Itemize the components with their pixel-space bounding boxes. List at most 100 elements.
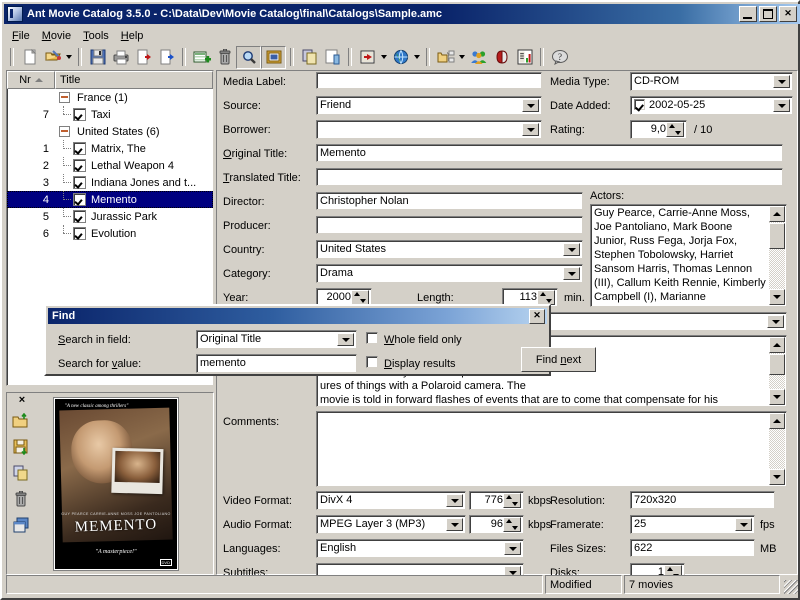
media-type-dropdown-icon[interactable] bbox=[773, 75, 790, 88]
comments-scroll-up-icon[interactable] bbox=[769, 413, 785, 429]
internet-dropdown-icon[interactable] bbox=[412, 47, 422, 68]
search-for-value-input[interactable]: memento bbox=[196, 354, 357, 373]
help-icon[interactable]: ? bbox=[548, 47, 571, 68]
country-combobox[interactable]: United States bbox=[316, 240, 583, 259]
save-picture-icon[interactable] bbox=[9, 435, 33, 459]
menu-help[interactable]: Help bbox=[115, 28, 150, 44]
delete-picture-icon[interactable] bbox=[9, 487, 33, 511]
tree-row-checkbox[interactable] bbox=[73, 210, 86, 223]
media-type-combobox[interactable]: CD-ROM bbox=[630, 72, 793, 91]
resolution-input[interactable]: 720x320 bbox=[630, 491, 775, 509]
statistics-icon[interactable] bbox=[513, 47, 536, 68]
producer-input[interactable] bbox=[316, 216, 583, 234]
languages-dropdown-icon[interactable] bbox=[504, 542, 521, 555]
media-label-input[interactable] bbox=[316, 72, 542, 89]
borrower-combobox[interactable] bbox=[316, 120, 542, 139]
open-catalog-icon[interactable] bbox=[41, 47, 64, 68]
framerate-combobox[interactable]: 25 bbox=[630, 515, 755, 534]
minimize-button[interactable] bbox=[739, 6, 757, 22]
audio-format-combobox[interactable]: MPEG Layer 3 (MP3) bbox=[316, 515, 466, 534]
tree-movie-row[interactable]: 5 Jurassic Park bbox=[7, 208, 213, 225]
tree-column-title[interactable]: Title bbox=[55, 71, 213, 89]
comments-scroll-track[interactable] bbox=[769, 429, 785, 469]
tree-row-checkbox[interactable] bbox=[73, 108, 86, 121]
framerate-dropdown-icon[interactable] bbox=[735, 518, 752, 531]
menu-movie[interactable]: Movie bbox=[36, 28, 77, 44]
comments-scrollbar[interactable] bbox=[769, 413, 785, 485]
window-picture-icon[interactable] bbox=[9, 513, 33, 537]
files-sizes-input[interactable]: 622 bbox=[630, 539, 755, 557]
url-dropdown-icon[interactable] bbox=[767, 315, 784, 328]
audio-format-dropdown-icon[interactable] bbox=[446, 518, 463, 531]
tree-movie-row[interactable]: 6 Evolution bbox=[7, 225, 213, 242]
tree-group-row[interactable]: United States (6) bbox=[7, 123, 213, 140]
original-title-input[interactable]: Memento bbox=[316, 144, 783, 162]
translated-title-input[interactable] bbox=[316, 168, 783, 186]
internet-icon[interactable] bbox=[389, 47, 412, 68]
actors-scrollbar[interactable] bbox=[769, 206, 785, 305]
description-scroll-up-icon[interactable] bbox=[769, 337, 785, 353]
comments-scroll-down-icon[interactable] bbox=[769, 469, 785, 485]
date-added-combobox[interactable]: 2002-05-25 bbox=[630, 96, 793, 115]
tree-row-checkbox[interactable] bbox=[73, 159, 86, 172]
collapse-icon[interactable] bbox=[59, 92, 70, 103]
actors-scroll-up-icon[interactable] bbox=[769, 206, 785, 222]
source-combobox[interactable]: Friend bbox=[316, 96, 542, 115]
find-dialog-close-button[interactable]: ✕ bbox=[529, 309, 545, 324]
collapse-icon[interactable] bbox=[59, 126, 70, 137]
delete-movie-icon[interactable] bbox=[213, 47, 236, 68]
export-icon[interactable] bbox=[155, 47, 178, 68]
maximize-button[interactable] bbox=[759, 6, 777, 22]
description-scroll-thumb[interactable] bbox=[769, 354, 785, 375]
video-bitrate-spin-buttons[interactable] bbox=[503, 493, 521, 508]
date-added-checkbox[interactable] bbox=[634, 99, 645, 110]
print-icon[interactable] bbox=[109, 47, 132, 68]
source-dropdown-icon[interactable] bbox=[522, 99, 539, 112]
copy-picture-icon[interactable] bbox=[9, 461, 33, 485]
languages-combobox[interactable]: English bbox=[316, 539, 524, 558]
tree-movie-row[interactable]: 3 Indiana Jones and t... bbox=[7, 174, 213, 191]
close-button[interactable]: ✕ bbox=[779, 6, 797, 22]
picture-icon[interactable] bbox=[261, 46, 286, 69]
movie-poster[interactable]: "A new classic among thrillers" GUY PEAR… bbox=[53, 397, 179, 571]
new-catalog-icon[interactable] bbox=[18, 47, 41, 68]
rating-spin-buttons[interactable] bbox=[666, 122, 684, 137]
description-scroll-down-icon[interactable] bbox=[769, 389, 785, 405]
group-icon[interactable] bbox=[434, 47, 457, 68]
copy-movie-icon[interactable] bbox=[298, 47, 321, 68]
tree-movie-row-selected[interactable]: 4 Memento bbox=[7, 191, 213, 208]
tree-row-checkbox[interactable] bbox=[73, 142, 86, 155]
actors-scroll-thumb[interactable] bbox=[769, 223, 785, 249]
tree-expander[interactable] bbox=[55, 126, 73, 137]
tree-group-row[interactable]: France (1) bbox=[7, 89, 213, 106]
search-in-field-dropdown-icon[interactable] bbox=[337, 333, 354, 346]
length-spin-buttons[interactable] bbox=[537, 290, 555, 305]
tree-movie-row[interactable]: 2 Lethal Weapon 4 bbox=[7, 157, 213, 174]
video-format-dropdown-icon[interactable] bbox=[446, 494, 463, 507]
add-movie-icon[interactable] bbox=[190, 47, 213, 68]
description-scrollbar[interactable] bbox=[769, 337, 785, 405]
date-added-dropdown-icon[interactable] bbox=[773, 99, 790, 112]
country-dropdown-icon[interactable] bbox=[563, 243, 580, 256]
tree-row-checkbox[interactable] bbox=[73, 176, 86, 189]
paste-movie-icon[interactable] bbox=[321, 47, 344, 68]
actors-scroll-down-icon[interactable] bbox=[769, 289, 785, 305]
tree-row-checkbox[interactable] bbox=[73, 227, 86, 240]
year-spin-buttons[interactable] bbox=[351, 290, 369, 305]
menu-file[interactable]: File bbox=[6, 28, 36, 44]
loan-icon[interactable] bbox=[490, 47, 513, 68]
category-combobox[interactable]: Drama bbox=[316, 264, 583, 283]
actors-memo[interactable]: Guy Pearce, Carrie-Anne Moss, Joe Pantol… bbox=[590, 204, 787, 307]
audio-bitrate-spin-buttons[interactable] bbox=[503, 517, 521, 532]
resize-grip[interactable] bbox=[784, 580, 798, 594]
open-picture-icon[interactable] bbox=[9, 409, 33, 433]
tree-row-checkbox[interactable] bbox=[73, 193, 86, 206]
picture-close-icon[interactable]: × bbox=[9, 395, 35, 407]
tree-movie-row[interactable]: 1 Matrix, The bbox=[7, 140, 213, 157]
audio-bitrate-spinner[interactable]: 96 bbox=[469, 515, 524, 534]
borrower-dropdown-icon[interactable] bbox=[522, 123, 539, 136]
get-info-dropdown-icon[interactable] bbox=[379, 47, 389, 68]
get-info-icon[interactable] bbox=[356, 47, 379, 68]
group-dropdown-icon[interactable] bbox=[457, 47, 467, 68]
search-in-field-combobox[interactable]: Original Title bbox=[196, 330, 357, 349]
